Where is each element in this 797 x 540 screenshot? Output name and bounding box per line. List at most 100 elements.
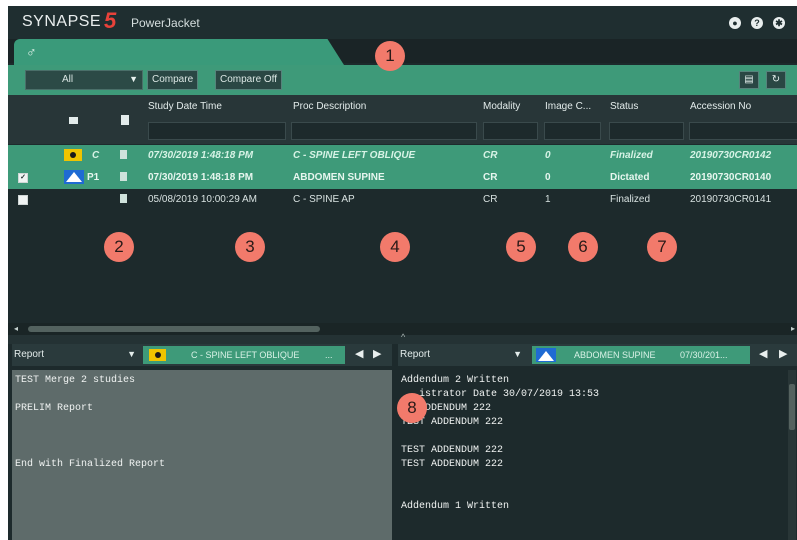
compare-button[interactable]: Compare: [147, 70, 199, 90]
cell-modality: CR: [483, 150, 498, 161]
report-line: Addendum 2 Written: [401, 375, 510, 386]
right-study-selector[interactable]: ABDOMEN SUPINE 07/30/201...: [532, 346, 750, 364]
callout-badge: 7: [647, 232, 677, 262]
row-checkbox[interactable]: [18, 195, 28, 205]
cell-modality: CR: [483, 172, 498, 183]
thumbnail-icon: [64, 149, 82, 161]
report-line: TEST ADDENDUM 222: [401, 445, 504, 456]
cell-date: 07/30/2019 1:48:18 PM: [148, 172, 254, 183]
product-name: PowerJacket: [131, 16, 200, 30]
report-line: istrator Date 30/07/2019 13:53: [401, 389, 600, 400]
print-icon[interactable]: ▤: [739, 71, 759, 89]
report-line: TEST ADDENDUM 222: [401, 417, 504, 428]
settings-icon[interactable]: ✱: [773, 17, 785, 29]
left-report-text[interactable]: TEST Merge 2 studies PRELIM Report End w…: [12, 370, 392, 540]
filter-study-date-input[interactable]: [148, 122, 286, 140]
scroll-thumb[interactable]: [789, 384, 795, 430]
scroll-thumb[interactable]: [28, 326, 320, 332]
chevron-up-icon[interactable]: ^: [401, 332, 405, 342]
cell-accession: 20190730CR0141: [690, 194, 772, 205]
report-line: PRELIM Report: [15, 403, 94, 414]
left-panel-header: Report ▼ C - SPINE LEFT OBLIQUE ... ◀ ▶: [12, 344, 392, 366]
gender-icon: ♂: [26, 44, 37, 60]
left-report-select[interactable]: Report ▼: [12, 346, 140, 364]
logo-number: 5: [104, 8, 117, 33]
patient-tab[interactable]: ♂: [14, 39, 344, 65]
thumbnail-icon: [64, 170, 84, 184]
cell-date: 07/30/2019 1:48:18 PM: [148, 150, 254, 161]
cell-images: 0: [545, 150, 551, 161]
refresh-icon[interactable]: ↻: [766, 71, 786, 89]
grid-toolbar: All ▼ Compare Compare Off ▤ ↻: [8, 65, 797, 95]
callout-badge: 3: [235, 232, 265, 262]
filter-select-value: All: [62, 74, 74, 85]
grid-header: Study Date Time Proc Description Modalit…: [8, 95, 797, 144]
prev-study-icon[interactable]: ◀: [759, 347, 767, 360]
titlebar-icons: ● ? ✱: [729, 17, 785, 29]
table-row[interactable]: ✓ P1 07/30/2019 1:48:18 PM ABDOMEN SUPIN…: [8, 167, 797, 189]
filter-modality-input[interactable]: [483, 122, 538, 140]
report-icon[interactable]: [120, 194, 127, 203]
callout-badge: 8: [397, 393, 427, 423]
cell-modality: CR: [483, 194, 498, 205]
filter-proc-input[interactable]: [291, 122, 477, 140]
report-column-icon: [121, 115, 129, 125]
callout-badge: 2: [104, 232, 134, 262]
table-row[interactable]: C 07/30/2019 1:48:18 PM C - SPINE LEFT O…: [8, 145, 797, 167]
next-study-icon[interactable]: ▶: [373, 347, 381, 360]
cell-status: Finalized: [610, 150, 653, 161]
cell-proc: ABDOMEN SUPINE: [293, 172, 385, 183]
column-status[interactable]: Status: [610, 101, 638, 112]
right-study-date: 07/30/201...: [680, 350, 728, 360]
panel-splitter[interactable]: ^: [8, 332, 797, 344]
thumb-label: P1: [87, 172, 100, 183]
report-line: [401, 486, 794, 500]
report-line: TEST Merge 2 studies: [15, 375, 136, 386]
cell-status: Finalized: [610, 194, 651, 205]
compare-off-button[interactable]: Compare Off: [215, 70, 283, 90]
column-study-date[interactable]: Study Date Time: [148, 101, 222, 112]
thumbnail-triangle: [538, 351, 554, 361]
left-study-ellipsis: ...: [325, 350, 333, 360]
chat-icon[interactable]: ●: [729, 17, 741, 29]
column-proc-description[interactable]: Proc Description: [293, 101, 366, 112]
report-line: [15, 430, 389, 444]
cell-accession: 20190730CR0140: [690, 172, 772, 183]
left-study-label: C - SPINE LEFT OBLIQUE: [191, 350, 300, 360]
filter-status-input[interactable]: [609, 122, 684, 140]
right-report-select[interactable]: Report ▼: [398, 346, 526, 364]
prev-study-icon[interactable]: ◀: [355, 347, 363, 360]
report-line: TEST ADDENDUM 222: [401, 459, 504, 470]
cell-proc: C - SPINE LEFT OBLIQUE: [293, 150, 416, 161]
image-column-icon: [69, 117, 78, 124]
filter-image-count-input[interactable]: [544, 122, 601, 140]
row-checkbox[interactable]: ✓: [18, 173, 28, 183]
next-study-icon[interactable]: ▶: [779, 347, 787, 360]
callout-badge: 5: [506, 232, 536, 262]
cell-images: 0: [545, 172, 551, 183]
column-accession[interactable]: Accession No: [690, 101, 751, 112]
report-icon[interactable]: [120, 150, 127, 159]
cell-images: 1: [545, 194, 551, 205]
chevron-down-icon: ▼: [513, 349, 522, 359]
right-report-panel: Report ▼ ABDOMEN SUPINE 07/30/201... ◀ ▶…: [398, 344, 797, 540]
report-line: [15, 444, 389, 458]
report-line: End with Finalized Report: [15, 459, 166, 470]
filter-select[interactable]: All ▼: [25, 70, 143, 90]
table-row[interactable]: 05/08/2019 10:00:29 AM C - SPINE AP CR 1…: [8, 189, 797, 211]
vertical-scrollbar[interactable]: [788, 370, 796, 540]
cell-proc: C - SPINE AP: [293, 194, 355, 205]
callout-badge: 1: [375, 41, 405, 71]
scroll-right-icon[interactable]: ▸: [791, 324, 795, 333]
filter-accession-input[interactable]: [689, 122, 797, 140]
left-study-selector[interactable]: C - SPINE LEFT OBLIQUE ...: [143, 346, 345, 364]
scroll-left-icon[interactable]: ◂: [14, 324, 18, 333]
help-icon[interactable]: ?: [751, 17, 763, 29]
column-image-count[interactable]: Image C...: [545, 101, 591, 112]
right-report-text[interactable]: Addendum 2 Written istrator Date 30/07/2…: [398, 370, 797, 540]
left-report-select-value: Report: [14, 349, 45, 360]
column-modality[interactable]: Modality: [483, 101, 520, 112]
callout-badge: 6: [568, 232, 598, 262]
report-icon[interactable]: [120, 172, 127, 181]
thumbnail-dot: [155, 352, 161, 358]
